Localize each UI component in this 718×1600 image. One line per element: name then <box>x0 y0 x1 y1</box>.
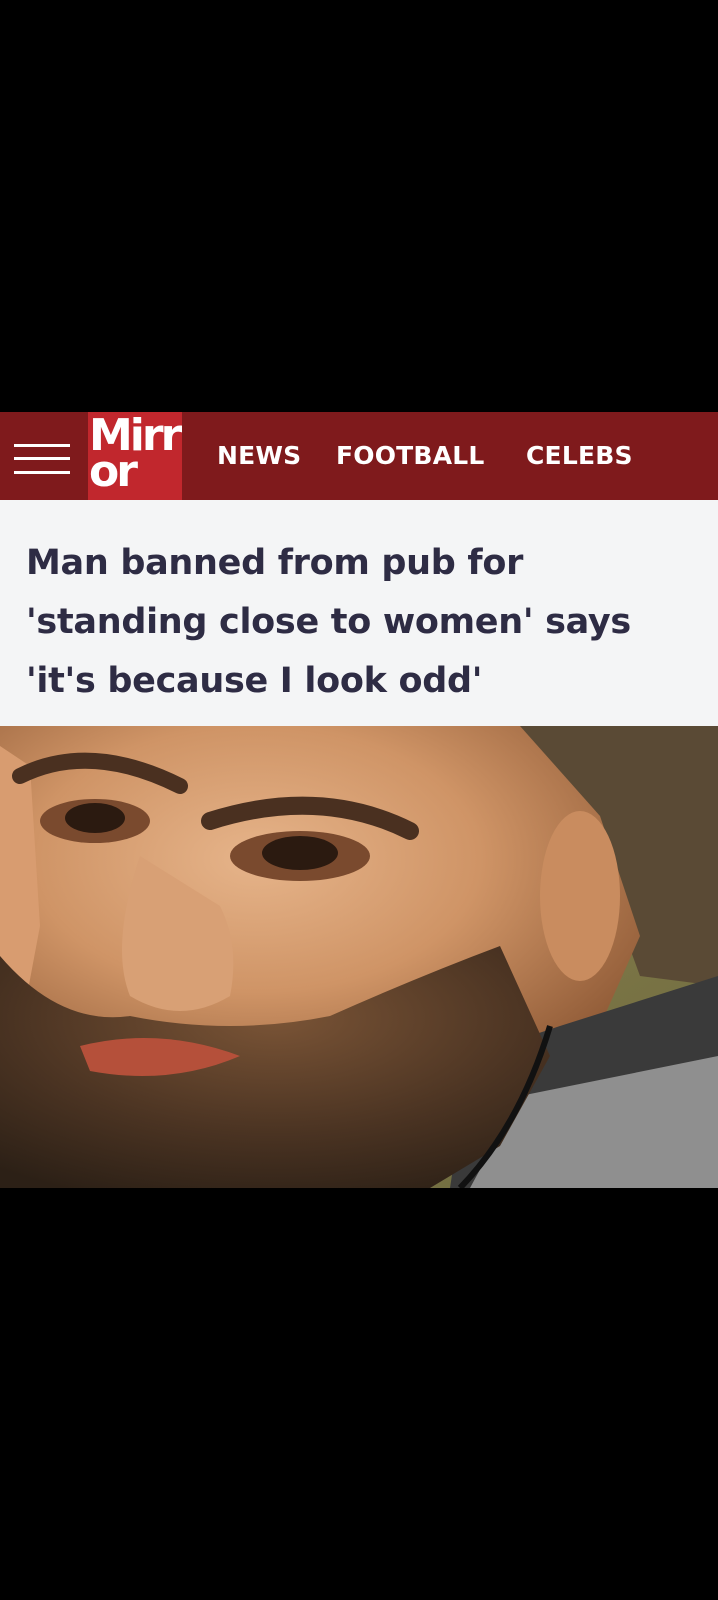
nav-football-link[interactable]: FOOTBALL <box>336 440 485 472</box>
top-letterbox <box>0 0 718 412</box>
nav-news-link[interactable]: NEWS <box>217 440 301 472</box>
hamburger-menu-icon[interactable] <box>14 430 70 482</box>
nav-celebs-link[interactable]: CELEBS <box>526 440 633 472</box>
site-header: Mirr or NEWS FOOTBALL CELEBS <box>0 412 718 500</box>
portrait-photo <box>0 726 718 1188</box>
mirror-logo[interactable]: Mirr or <box>88 412 182 500</box>
menu-bar <box>14 471 70 474</box>
headline-section: Man banned from pub for 'standing close … <box>0 500 718 726</box>
menu-bar <box>14 444 70 447</box>
menu-bar <box>14 457 70 460</box>
article-headline[interactable]: Man banned from pub for 'standing close … <box>26 534 706 711</box>
logo-text-line2: or <box>89 446 138 497</box>
bottom-letterbox <box>0 1188 718 1600</box>
article-hero-image[interactable] <box>0 726 718 1188</box>
